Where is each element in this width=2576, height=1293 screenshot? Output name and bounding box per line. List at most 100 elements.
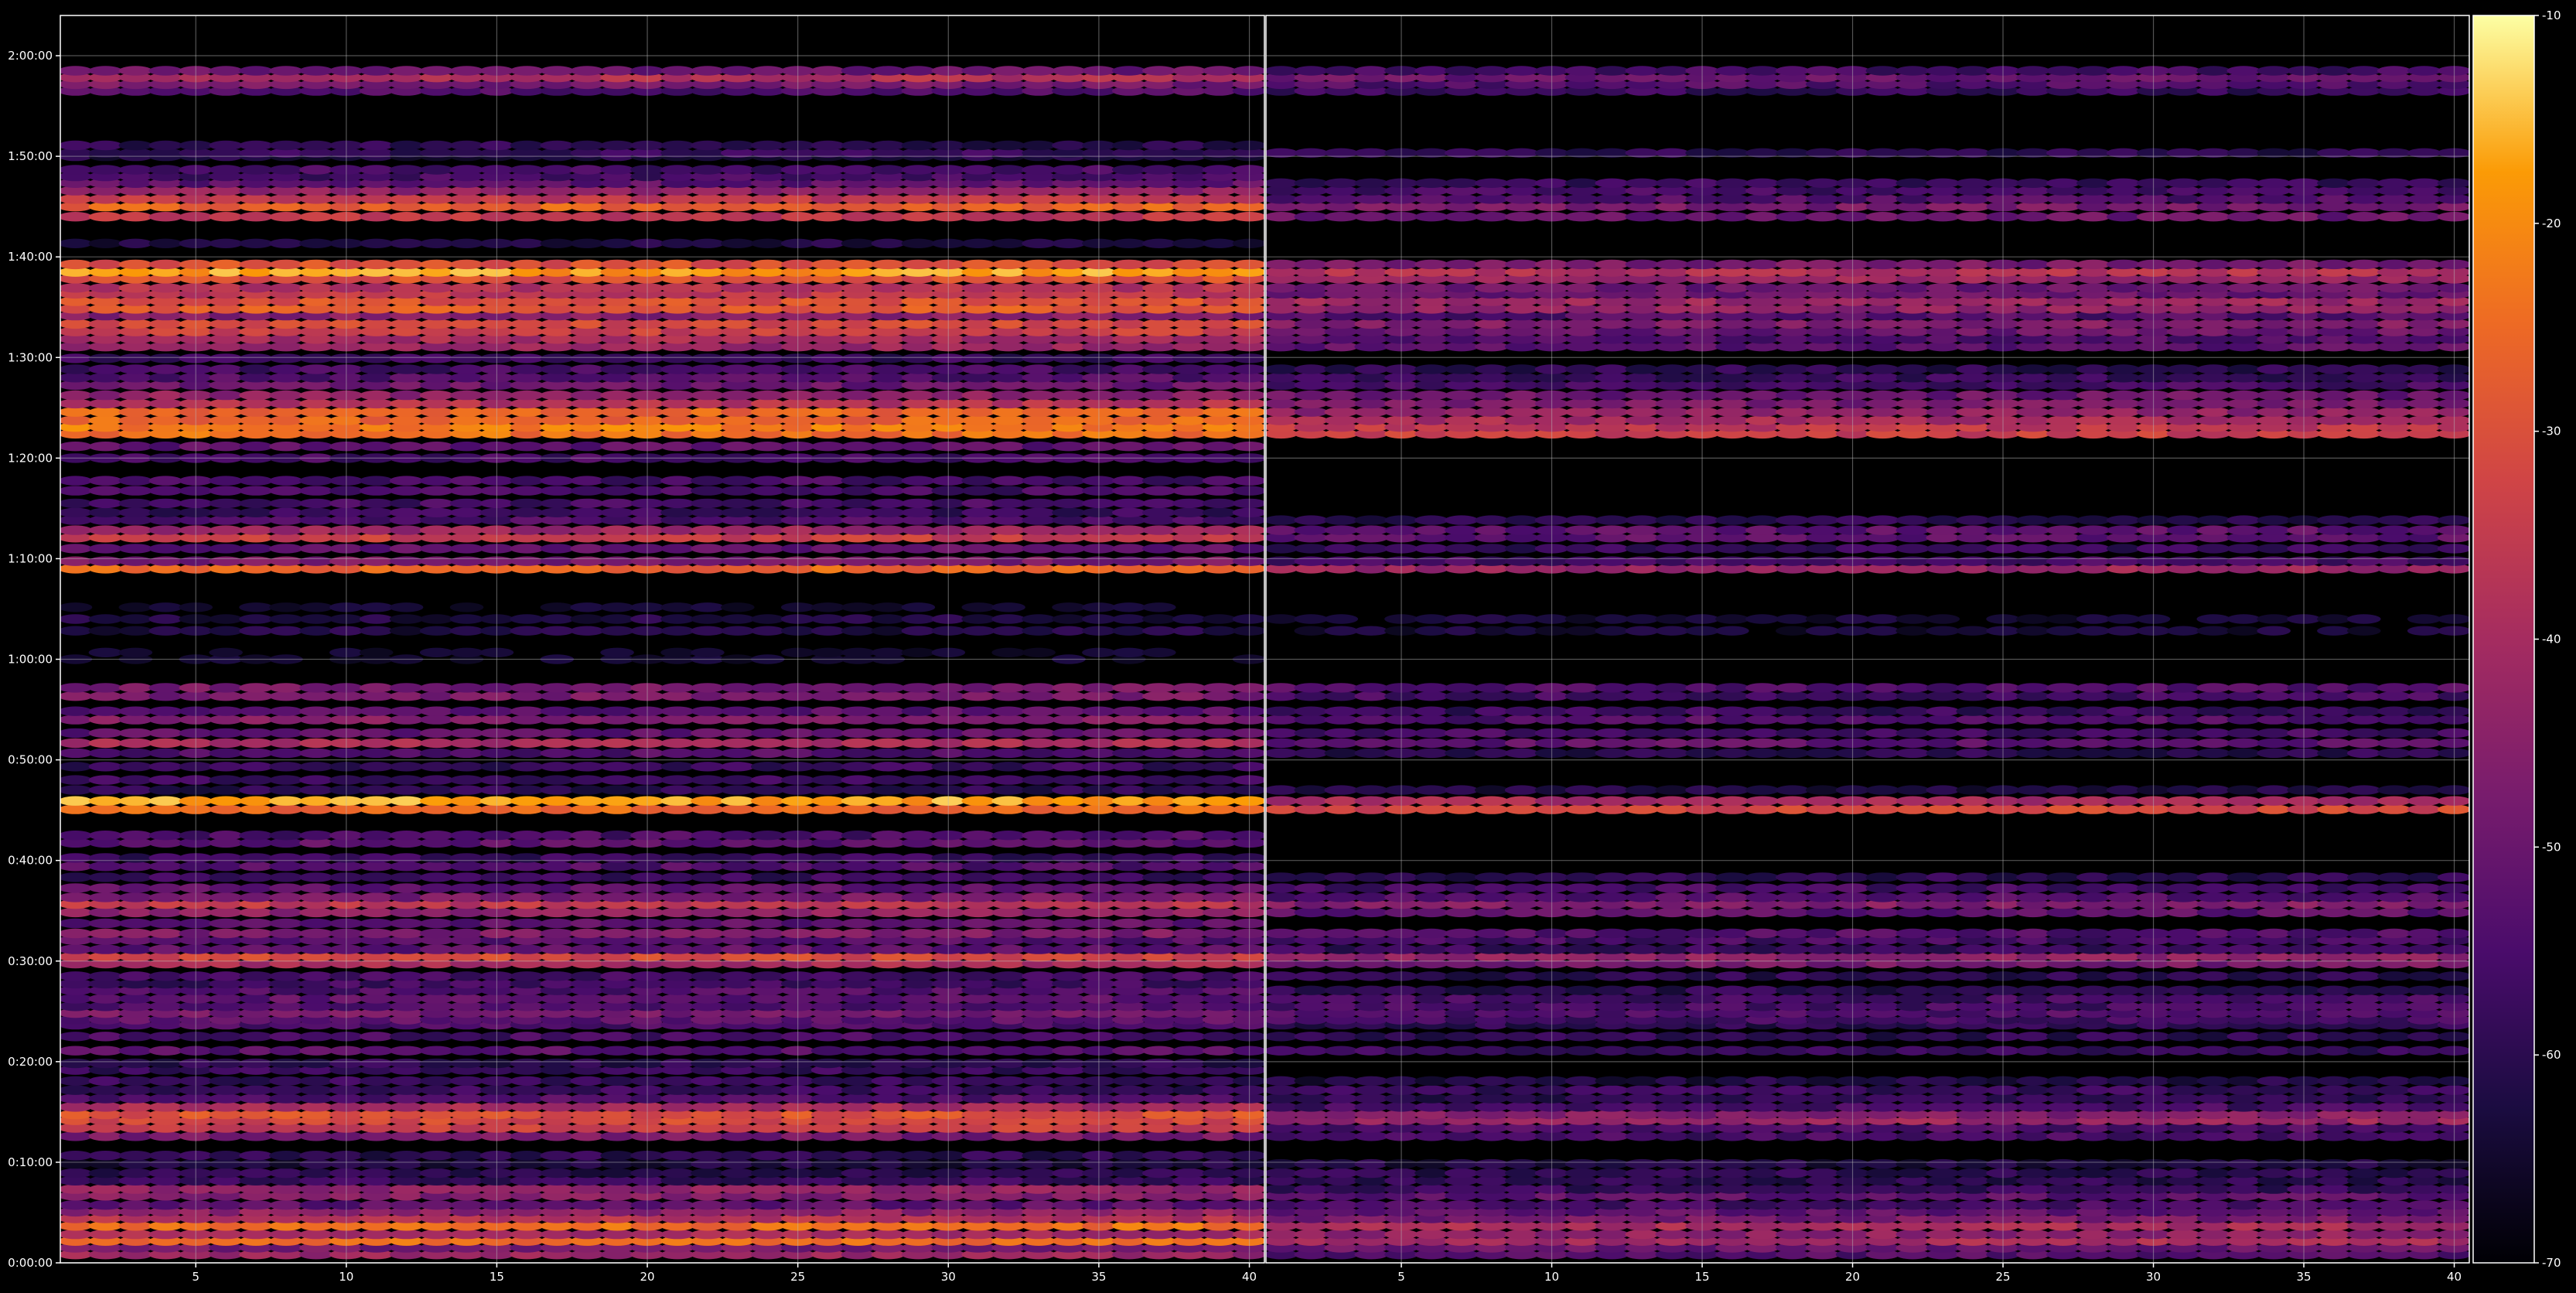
heatmap-cell	[88, 1168, 123, 1179]
heatmap-cell	[841, 407, 875, 417]
heatmap-cell	[901, 1229, 936, 1240]
heatmap-cell	[750, 398, 785, 409]
heatmap-cell	[269, 1058, 303, 1069]
heatmap-cell	[991, 796, 1025, 806]
heatmap-cell	[299, 507, 333, 517]
heatmap-cell	[810, 238, 845, 248]
heatmap-cell	[1202, 775, 1237, 785]
heatmap-cell	[1202, 994, 1237, 1004]
heatmap-cell	[540, 861, 575, 872]
heatmap-cell	[510, 407, 544, 417]
heatmap-cell	[1112, 1229, 1146, 1240]
heatmap-cell	[961, 892, 995, 902]
heatmap-cell	[1202, 883, 1237, 893]
heatmap-cell	[841, 883, 875, 893]
heatmap-cell	[269, 1168, 303, 1179]
heatmap-cell	[1926, 1184, 1960, 1194]
heatmap-cell	[1202, 415, 1237, 425]
heatmap-cell	[359, 892, 394, 902]
heatmap-cell	[991, 1131, 1025, 1141]
heatmap-cell	[1112, 748, 1146, 759]
heatmap-cell	[1202, 544, 1237, 554]
heatmap-cell	[1202, 238, 1237, 248]
heatmap-cell	[359, 507, 394, 517]
heatmap-cell	[1172, 1158, 1206, 1169]
heatmap-cell	[389, 853, 424, 863]
heatmap-cell	[118, 1229, 153, 1240]
heatmap-cell	[148, 706, 183, 716]
heatmap-cell	[1202, 918, 1237, 929]
heatmap-cell	[1112, 1158, 1146, 1169]
heatmap-cell	[449, 762, 484, 772]
heatmap-cell	[660, 238, 694, 248]
heatmap-cell	[721, 364, 755, 374]
heatmap-cell	[660, 283, 694, 293]
heatmap-cell	[209, 883, 243, 893]
heatmap-cell	[1112, 1200, 1146, 1210]
heatmap-cell	[810, 626, 845, 636]
heatmap-cell	[871, 748, 906, 759]
heatmap-cell	[148, 140, 183, 151]
heatmap-cell	[449, 1102, 484, 1112]
heatmap-cell	[600, 507, 634, 517]
heatmap-cell	[118, 544, 153, 554]
heatmap-cell	[510, 804, 544, 814]
heatmap-cell	[510, 785, 544, 795]
heatmap-cell	[540, 907, 575, 918]
heatmap-cell	[1022, 212, 1056, 222]
heatmap-cell	[449, 212, 484, 222]
heatmap-cell	[419, 1131, 454, 1141]
heatmap-cell	[540, 728, 575, 739]
heatmap-cell	[1202, 353, 1237, 363]
heatmap-cell	[118, 785, 153, 795]
heatmap-cell	[691, 907, 725, 918]
heatmap-cell	[1052, 373, 1086, 383]
heatmap-cell	[209, 683, 243, 693]
heatmap-cell	[60, 1200, 93, 1210]
heatmap-cell	[299, 238, 333, 248]
heatmap-cell	[389, 140, 424, 151]
heatmap-cell	[359, 1046, 394, 1056]
heatmap-cell	[209, 1184, 243, 1194]
heatmap-cell	[1142, 775, 1176, 785]
heatmap-cell	[841, 831, 875, 841]
heatmap-cell	[359, 775, 394, 785]
heatmap-cell	[991, 238, 1025, 248]
heatmap-cell	[510, 728, 544, 739]
heatmap-cell	[570, 398, 604, 409]
heatmap-cell	[691, 1076, 725, 1087]
heatmap-cell	[660, 706, 694, 716]
heatmap-cell	[1112, 1131, 1146, 1141]
heatmap-cell	[721, 390, 755, 401]
heatmap-cell	[148, 498, 183, 509]
heatmap-cell	[209, 775, 243, 785]
heatmap-cell	[1172, 1032, 1206, 1042]
heatmap-cell	[209, 259, 243, 270]
heatmap-cell	[88, 407, 123, 417]
heatmap-cell	[239, 602, 273, 612]
heatmap-cell	[991, 165, 1025, 175]
heatmap-cell	[1052, 1200, 1086, 1210]
heatmap-cell	[359, 647, 394, 657]
heatmap-cell	[1112, 66, 1146, 76]
heatmap-cell	[1202, 1168, 1237, 1179]
heatmap-cell	[449, 398, 484, 409]
heatmap-cell	[1022, 775, 1056, 785]
heatmap-cell	[901, 259, 936, 270]
heatmap-cell	[510, 775, 544, 785]
heatmap-cell	[871, 883, 906, 893]
heatmap-cell	[449, 602, 484, 612]
heatmap-cell	[691, 762, 725, 772]
heatmap-cell	[1202, 1046, 1237, 1056]
heatmap-cell	[1142, 944, 1176, 954]
heatmap-cell	[269, 861, 303, 872]
heatmap-cell	[660, 476, 694, 486]
heatmap-cell	[359, 525, 394, 535]
heatmap-cell	[1052, 944, 1086, 954]
heatmap-cell	[721, 831, 755, 841]
heatmap-cell	[2046, 1200, 2080, 1210]
heatmap-cell	[2016, 1184, 2050, 1194]
heatmap-cell	[239, 1093, 273, 1104]
heatmap-cell	[239, 971, 273, 981]
heatmap-cell	[1052, 1102, 1086, 1112]
